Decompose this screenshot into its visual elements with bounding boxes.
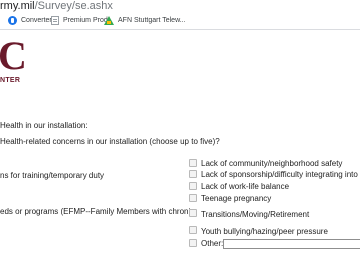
checkbox-transitions[interactable] [189,209,197,217]
document-icon [51,15,59,25]
converter-icon [8,15,17,25]
bookmark-converter[interactable]: Converter [8,14,52,28]
other-text-field[interactable] [223,239,360,249]
checkbox-teenage-pregnancy[interactable] [189,194,197,202]
site-logo[interactable]: C NTER [0,33,40,88]
option-label: Lack of community/neighborhood safety [201,159,343,168]
bookmarks-bar: Converter Premium Prod AFN Stuttgart Tel… [0,13,360,30]
url-host: rmy.mil [0,0,35,12]
url-text[interactable]: rmy.mil/Survey/se.ashx [0,0,113,12]
checkbox-other[interactable] [189,239,197,247]
url-path: /Survey/se.ashx [34,0,113,12]
checkbox-community-safety[interactable] [189,159,197,167]
checkbox-work-life-balance[interactable] [189,182,197,190]
left-column-option-fragment: ns for training/temporary duty [0,171,105,180]
option-label: Transitions/Moving/Retirement [201,210,310,219]
checkbox-youth-bullying[interactable] [189,226,197,234]
option-label: Youth bullying/hazing/peer pressure [201,227,328,236]
option-label: Other: [201,239,224,248]
bookmark-afn-stuttgart[interactable]: AFN Stuttgart Telew... [104,14,186,28]
checkbox-sponsorship[interactable] [189,170,197,178]
option-label: Lack of sponsorship/difficulty integrati… [201,170,360,179]
bookmark-label: Premium Prod [63,17,108,24]
bookmark-label: AFN Stuttgart Telew... [118,17,186,24]
section-heading: Health in our installation: [0,121,88,130]
option-label: Lack of work-life balance [201,182,290,191]
bookmark-premium-prod[interactable]: Premium Prod [51,14,108,28]
left-column-option-fragment: eds or programs (EFMP--Family Members wi… [0,207,195,216]
option-label: Teenage pregnancy [201,194,272,203]
bookmark-label: Converter [21,17,52,24]
logo-letter: C [0,33,27,78]
address-bar[interactable]: rmy.mil/Survey/se.ashx [0,0,360,13]
drive-icon [104,15,114,25]
logo-subtitle: NTER [0,77,21,84]
question-text: Health-related concerns in our installat… [0,137,220,146]
